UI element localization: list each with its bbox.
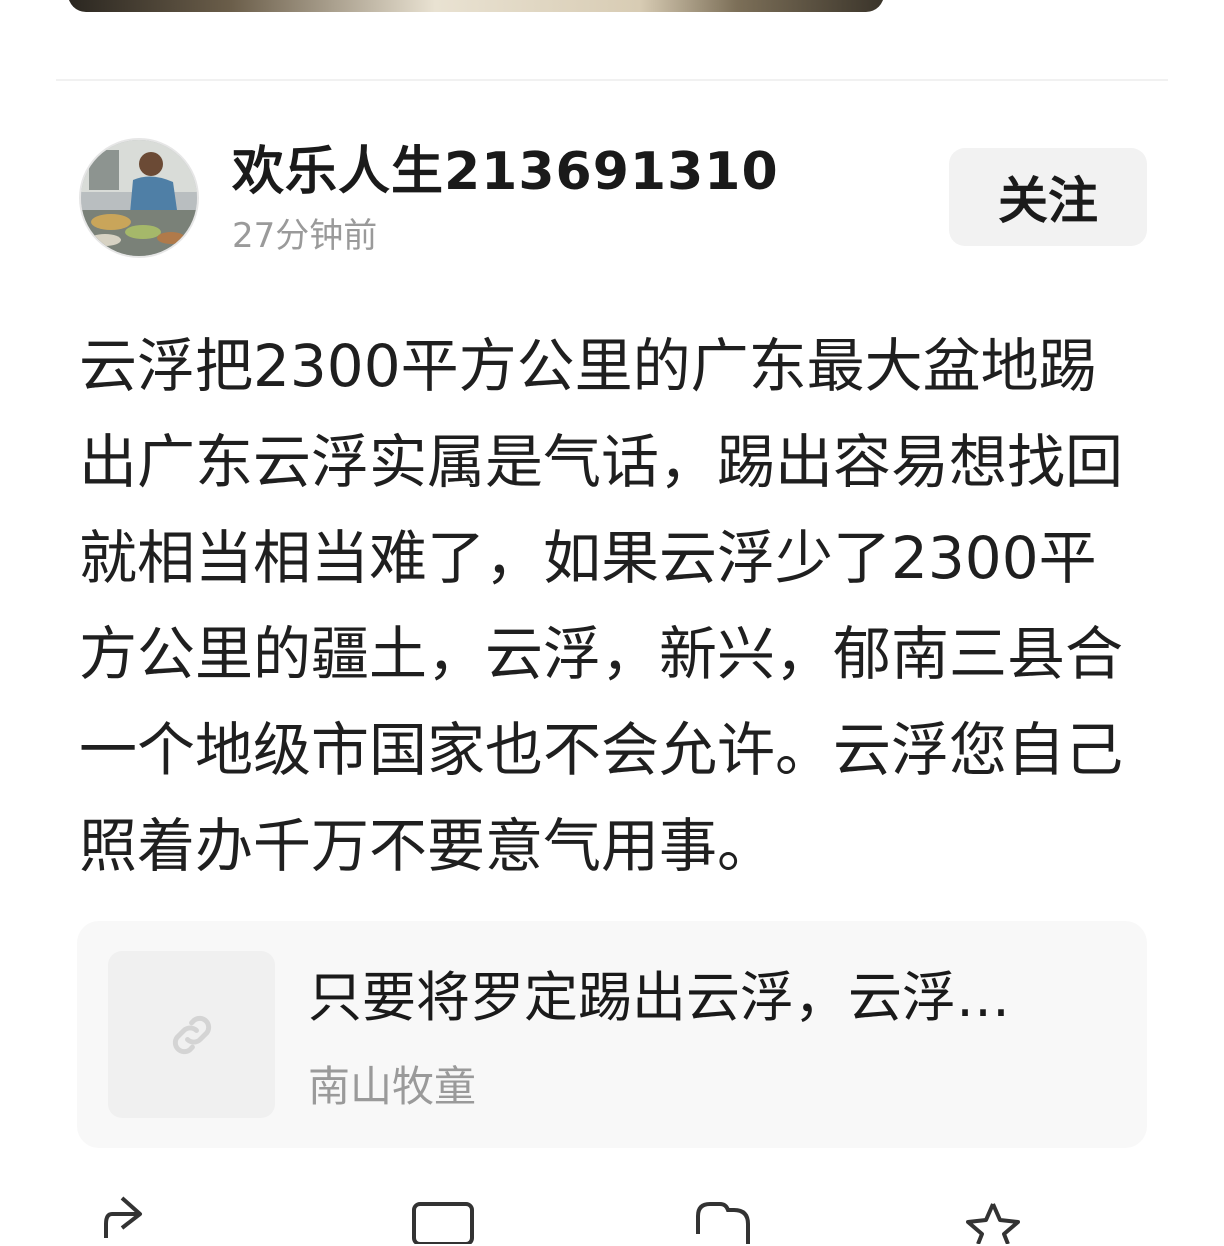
like-action[interactable] bbox=[690, 1194, 756, 1244]
collect-action[interactable] bbox=[960, 1194, 1026, 1244]
share-icon bbox=[104, 1196, 142, 1238]
link-icon bbox=[172, 1015, 211, 1054]
post-timestamp: 27分钟前 bbox=[232, 216, 378, 256]
link-card-author: 南山牧童 bbox=[308, 1062, 477, 1111]
user-photo-icon bbox=[81, 140, 197, 256]
link-card-title: 只要将罗定踢出云浮，云浮… bbox=[308, 966, 1010, 1029]
star-icon bbox=[966, 1203, 1020, 1244]
follow-button[interactable]: 关注 bbox=[949, 148, 1147, 246]
post-divider bbox=[56, 79, 1168, 81]
post-body-text: 云浮把2300平方公里的广东最大盆地踢出广东云浮实属是气话，踢出容易想找回就相当… bbox=[79, 332, 1124, 880]
comment-action[interactable] bbox=[410, 1194, 476, 1244]
share-action[interactable] bbox=[100, 1194, 150, 1244]
post-action-bar bbox=[0, 1186, 1224, 1246]
shared-link-card[interactable]: 只要将罗定踢出云浮，云浮… 南山牧童 bbox=[77, 921, 1147, 1148]
link-thumbnail bbox=[108, 951, 275, 1118]
previous-post-image[interactable] bbox=[68, 0, 884, 12]
like-icon bbox=[696, 1202, 750, 1244]
comment-icon bbox=[412, 1202, 474, 1244]
author-name[interactable]: 欢乐人生213691310 bbox=[232, 142, 779, 202]
avatar[interactable] bbox=[79, 138, 199, 258]
